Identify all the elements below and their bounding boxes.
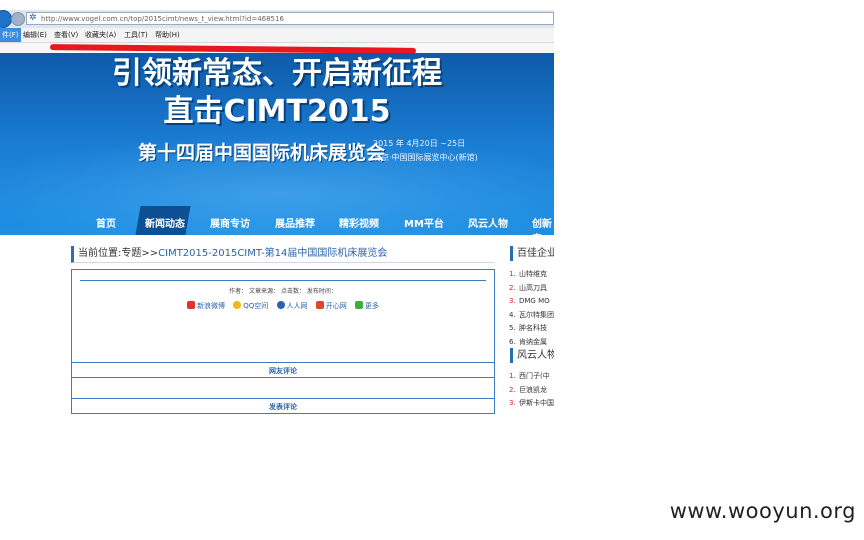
list-item-label: 山高刀具 — [519, 283, 547, 292]
menu-view[interactable]: 查看(V) — [54, 28, 78, 42]
menu-bar: 件(F) 编辑(E) 查看(V) 收藏夹(A) 工具(T) 帮助(H) — [0, 28, 554, 43]
sidebar-heading-companies: 百佳企业 — [510, 246, 554, 261]
menu-help[interactable]: 帮助(H) — [155, 28, 180, 42]
expo-date: 2015 年 4月20日 ~25日 — [373, 139, 466, 148]
banner-slogan-line2: 直击CIMT2015 — [163, 94, 391, 129]
menu-favorites[interactable]: 收藏夹(A) — [85, 28, 116, 42]
share-weibo-label: 新浪微博 — [197, 302, 225, 310]
sidebar-heading-people: 风云人物 — [510, 348, 554, 363]
breadcrumb: 当前位置:专题>>CIMT2015-2015CIMT-第14届中国国际机床展览会 — [71, 246, 495, 263]
nav-mm-platform[interactable]: MM平台 — [404, 215, 444, 230]
share-more-label: 更多 — [364, 302, 379, 310]
list-item-label: 巨浪凯龙 — [519, 385, 547, 394]
expo-title: 第十四届中国国际机床展览会 — [138, 142, 386, 164]
banner-slogan-line1: 引领新常态、开启新征程 — [112, 56, 442, 91]
nav-exhibitor-interviews[interactable]: 展商专访 — [210, 215, 250, 230]
browser-screenshot: http://www.vogel.com.cn/top/2015cimt/new… — [0, 0, 554, 414]
expo-place: 北京·中国国际展览中心(新馆) — [373, 153, 478, 162]
list-item-rank: 3. — [509, 399, 516, 408]
main-nav: 首页 新闻动态 展商专访 展品推荐 精彩视频 MM平台 风云人物 创新产 — [0, 206, 554, 235]
list-item-label: 山特维克 — [519, 270, 547, 278]
list-item-rank: 5. — [509, 324, 516, 333]
menu-file[interactable]: 件(F) — [0, 28, 21, 42]
share-qzone-label: QQ空间 — [243, 302, 269, 310]
weibo-icon — [187, 301, 195, 309]
breadcrumb-prefix: 当前位置:专题>> — [78, 248, 159, 259]
article-divider — [80, 280, 486, 281]
share-kaixin[interactable]: 开心网 — [315, 301, 347, 311]
list-item-label: 瓦尔特集团 — [519, 310, 554, 319]
nav-news[interactable]: 新闻动态 — [145, 215, 185, 230]
share-more[interactable]: 更多 — [354, 301, 379, 311]
list-item-label: 伊斯卡中国 — [519, 399, 554, 408]
breadcrumb-link[interactable]: CIMT2015-2015CIMT-第14届中国国际机床展览会 — [158, 248, 387, 259]
menu-tools[interactable]: 工具(T) — [124, 28, 148, 42]
list-item[interactable]: 1. 山特维克 — [509, 268, 554, 282]
sidebar-company-list: 1. 山特维克 2. 山高刀具 3. DMG MO 4. 瓦尔特集团 5. 肿名科技 6. 肯纳金属 — [509, 268, 554, 350]
list-item[interactable]: 2. 巨浪凯龙 — [509, 384, 554, 398]
list-item-rank: 3. — [509, 297, 516, 306]
list-item-rank: 1. — [509, 270, 516, 278]
list-item-rank: 1. — [509, 372, 516, 380]
list-item-rank: 2. — [509, 283, 516, 292]
renren-icon — [276, 301, 285, 309]
nav-home[interactable]: 首页 — [96, 215, 116, 230]
watermark: www.wooyun.org — [669, 499, 856, 523]
share-renren[interactable]: 人人网 — [276, 301, 308, 311]
article-meta: 作者： 文章来源： 点击数： 发布时间： — [229, 288, 337, 295]
post-comment-section-title: 发表评论 — [72, 398, 494, 414]
article-box: 作者： 文章来源： 点击数： 发布时间： 新浪微博 QQ空间 人人网 开心网 更… — [71, 269, 495, 414]
list-item-label: 西门子(中 — [519, 372, 550, 380]
comments-section-title: 网友评论 — [72, 362, 494, 378]
nav-innovation[interactable]: 创新产 — [532, 215, 554, 235]
url-input[interactable]: http://www.vogel.com.cn/top/2015cimt/new… — [26, 12, 554, 25]
sidebar-people-list: 1. 西门子(中 2. 巨浪凯龙 3. 伊斯卡中国 — [509, 370, 554, 411]
share-bar: 新浪微博 QQ空间 人人网 开心网 更多 — [187, 301, 385, 311]
list-item[interactable]: 2. 山高刀具 — [509, 282, 554, 296]
list-item[interactable]: 3. DMG MO — [509, 295, 554, 309]
list-item[interactable]: 4. 瓦尔特集团 — [509, 309, 554, 323]
list-item[interactable]: 3. 伊斯卡中国 — [509, 397, 554, 411]
list-item[interactable]: 1. 西门子(中 — [509, 370, 554, 384]
comments-list — [72, 378, 494, 398]
qzone-icon — [233, 301, 242, 309]
nav-people[interactable]: 风云人物 — [468, 215, 508, 230]
kaixin-icon — [315, 301, 324, 309]
nav-videos[interactable]: 精彩视频 — [339, 215, 379, 230]
share-weibo[interactable]: 新浪微博 — [187, 301, 225, 311]
share-kaixin-label: 开心网 — [325, 302, 347, 310]
list-item-label: 肯纳金属 — [519, 337, 547, 346]
list-item-label: DMG MO — [519, 297, 550, 306]
site-icon: ✲ — [29, 13, 37, 23]
list-item-rank: 2. — [509, 385, 516, 394]
list-item-label: 肿名科技 — [519, 324, 547, 333]
share-renren-label: 人人网 — [286, 302, 308, 310]
plus-icon — [354, 301, 363, 309]
list-item[interactable]: 5. 肿名科技 — [509, 322, 554, 336]
menu-edit[interactable]: 编辑(E) — [23, 28, 47, 42]
page-banner: 引领新常态、开启新征程 直击CIMT2015 第十四届中国国际机床展览会 201… — [0, 53, 554, 235]
nav-products[interactable]: 展品推荐 — [275, 215, 315, 230]
share-qzone[interactable]: QQ空间 — [233, 301, 268, 311]
forward-button[interactable] — [11, 12, 25, 26]
list-item-rank: 4. — [509, 310, 516, 319]
